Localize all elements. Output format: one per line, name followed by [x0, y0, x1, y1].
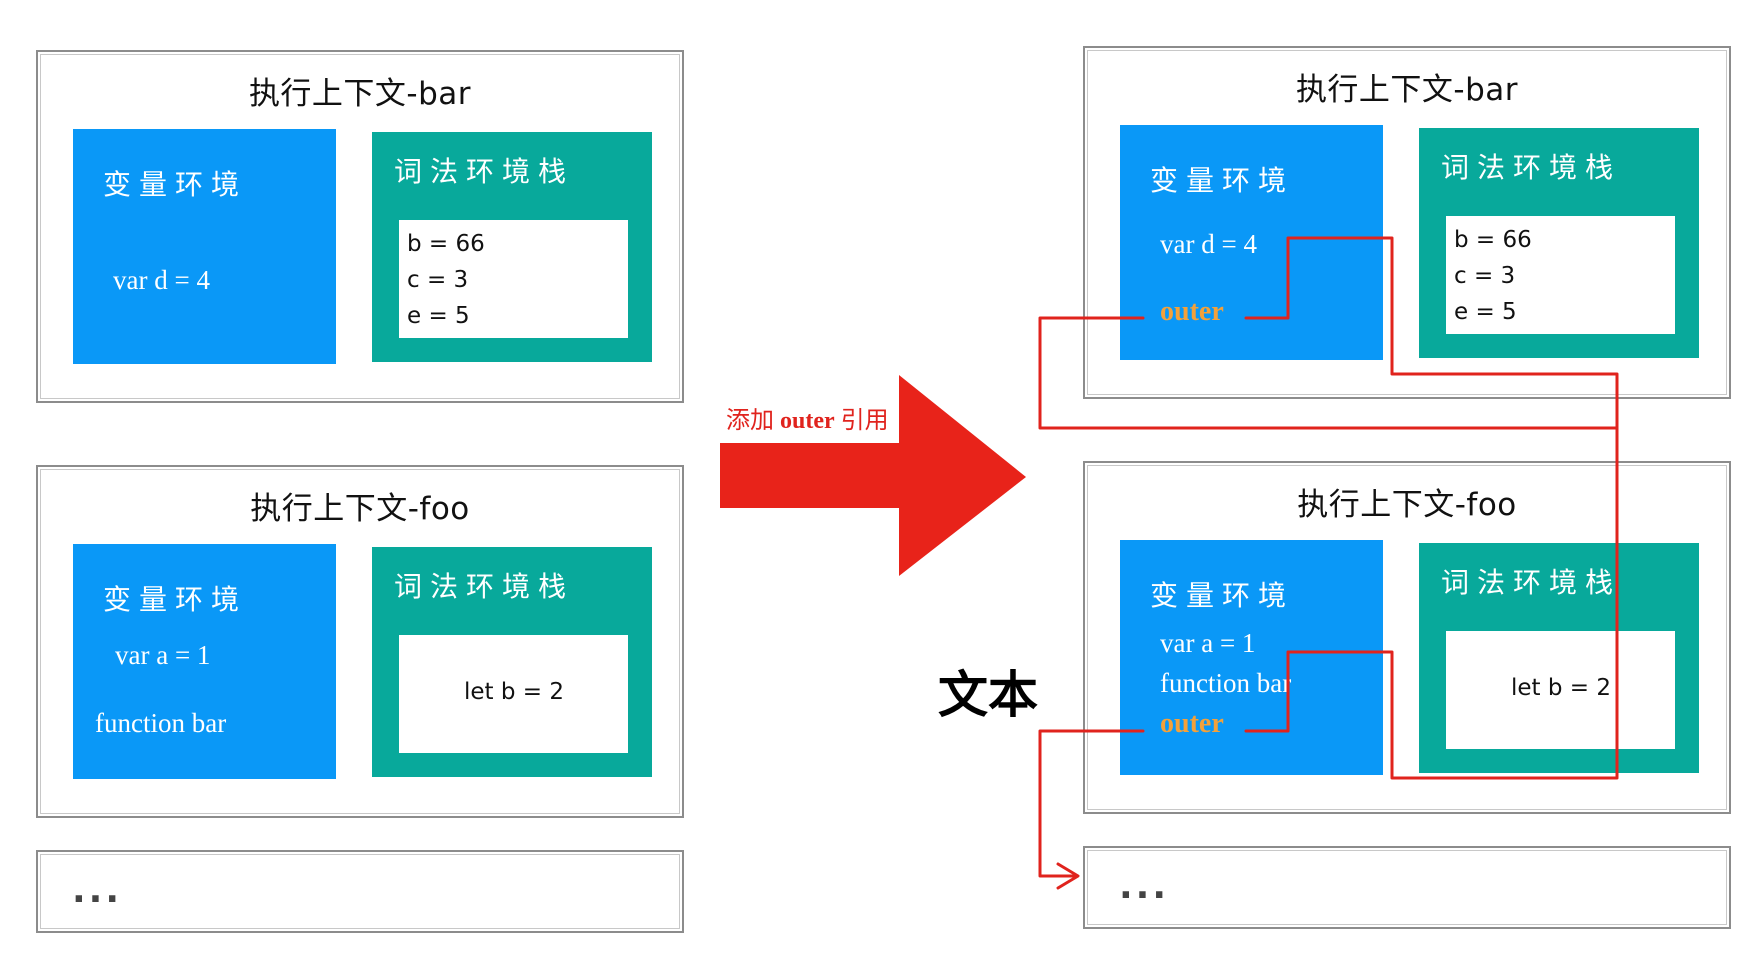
right-foo-lexical-environment-label: 词法环境栈: [1441, 566, 1622, 599]
right-ellipsis: ...: [1119, 866, 1170, 907]
left-foo-lexical-environment: 词法环境栈 let b = 2: [372, 547, 652, 777]
left-foo-lexical-environment-content: let b = 2: [399, 635, 628, 753]
left-foo-context: 执行上下文-foo 变量环境 var a = 1 function bar 词法…: [36, 465, 684, 818]
global-arrowhead: [1056, 862, 1080, 890]
right-bar-var-line: var d = 4: [1160, 229, 1257, 259]
right-bar-lexical-environment: 词法环境栈 b = 66 c = 3 e = 5: [1419, 128, 1699, 358]
left-bar-lexical-environment-label: 词法环境栈: [394, 155, 575, 188]
right-bar-lexical-environment-label: 词法环境栈: [1441, 151, 1622, 184]
right-foo-var-line: var a = 1: [1160, 628, 1256, 658]
right-bar-context: 执行上下文-bar 变量环境 var d = 4 outer 词法环境栈 b =…: [1083, 46, 1731, 399]
arrow-label: 添加 outer 引用: [726, 400, 889, 435]
right-foo-outer-reference: outer: [1160, 708, 1224, 739]
arrow-label-post: 引用: [834, 408, 889, 434]
right-bar-lexical-environment-content: b = 66 c = 3 e = 5: [1446, 216, 1675, 334]
right-foo-lexical-environment: 词法环境栈 let b = 2: [1419, 543, 1699, 773]
left-foo-variable-environment-label: 变量环境: [103, 583, 248, 616]
right-bar-lex-line: b = 66: [1454, 227, 1532, 253]
right-more-contexts: ...: [1083, 846, 1731, 929]
left-foo-var-line: var a = 1: [115, 640, 211, 670]
left-ellipsis: ...: [72, 870, 123, 911]
right-foo-context-title: 执行上下文-foo: [1297, 487, 1517, 523]
right-bar-variable-environment-label: 变量环境: [1150, 164, 1295, 197]
right-bar-variable-environment: 变量环境 var d = 4 outer: [1120, 125, 1383, 360]
right-foo-variable-environment-label: 变量环境: [1150, 579, 1295, 612]
left-bar-lexical-environment: 词法环境栈 b = 66 c = 3 e = 5: [372, 132, 652, 362]
left-bar-variable-environment: 变量环境 var d = 4: [73, 129, 336, 364]
right-bar-lex-line: c = 3: [1454, 263, 1516, 289]
left-bar-lexical-environment-content: b = 66 c = 3 e = 5: [399, 220, 628, 338]
left-bar-lex-line: e = 5: [407, 303, 470, 329]
left-foo-variable-environment: 变量环境 var a = 1 function bar: [73, 544, 336, 779]
right-foo-variable-environment: 变量环境 var a = 1 function bar outer: [1120, 540, 1383, 775]
left-foo-var-line: function bar: [95, 708, 227, 738]
left-bar-variable-environment-label: 变量环境: [103, 168, 248, 201]
arrow-label-pre: 添加: [726, 408, 780, 434]
left-more-contexts: ...: [36, 850, 684, 933]
left-bar-var-line: var d = 4: [113, 265, 210, 295]
right-foo-var-line: function bar: [1160, 668, 1292, 698]
right-bar-outer-reference: outer: [1160, 296, 1224, 327]
right-bar-lex-line: e = 5: [1454, 299, 1517, 325]
right-foo-lex-line: let b = 2: [1511, 675, 1611, 701]
annotation-text: 文本: [938, 666, 1038, 724]
left-bar-context-title: 执行上下文-bar: [248, 76, 472, 112]
left-foo-lex-line: let b = 2: [464, 679, 564, 705]
arrow-label-keyword: outer: [780, 408, 835, 434]
left-bar-lex-line: b = 66: [407, 231, 485, 257]
left-bar-context: 执行上下文-bar 变量环境 var d = 4 词法环境栈 b = 66 c …: [36, 50, 684, 403]
left-bar-lex-line: c = 3: [407, 267, 469, 293]
right-bar-context-title: 执行上下文-bar: [1295, 72, 1519, 108]
left-foo-lexical-environment-label: 词法环境栈: [394, 570, 575, 603]
right-foo-lexical-environment-content: let b = 2: [1446, 631, 1675, 749]
left-foo-context-title: 执行上下文-foo: [250, 491, 470, 527]
right-foo-context: 执行上下文-foo 变量环境 var a = 1 function bar ou…: [1083, 461, 1731, 814]
